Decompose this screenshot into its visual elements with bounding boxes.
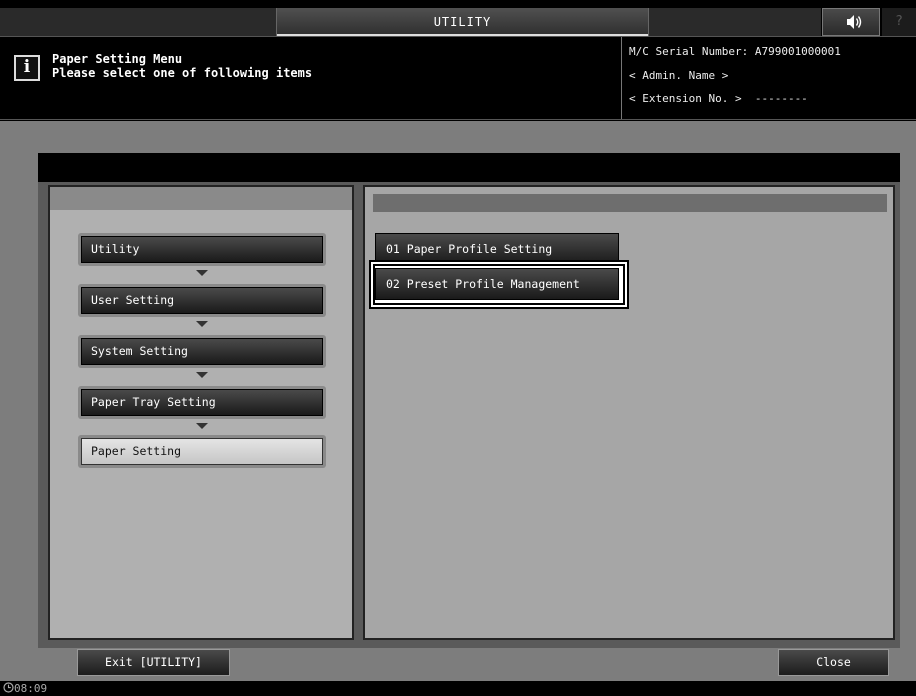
breadcrumb-paper-setting[interactable]: Paper Setting (78, 435, 326, 468)
message-bar: i Paper Setting Menu Please select one o… (0, 36, 916, 120)
clock: 08:09 (3, 682, 47, 696)
admin-name: < Admin. Name > (629, 69, 729, 82)
breadcrumb-utility[interactable]: Utility (78, 233, 326, 266)
breadcrumb-system-setting[interactable]: System Setting (78, 335, 326, 368)
info-icon: i (14, 55, 40, 81)
preset-profile-management-button[interactable]: 02 Preset Profile Management (375, 268, 619, 300)
clock-icon (3, 682, 14, 693)
serial-number: M/C Serial Number: A799001000001 (629, 45, 841, 58)
status-bar: 08:09 (0, 681, 916, 696)
speaker-icon (847, 15, 862, 29)
message-subtitle: Please select one of following items (52, 66, 313, 80)
breadcrumb-label: Paper Tray Setting (81, 389, 323, 416)
breadcrumb-panel: Utility User Setting System Setting Pape… (48, 185, 354, 640)
breadcrumb-paper-tray-setting[interactable]: Paper Tray Setting (78, 386, 326, 419)
frame-header (38, 153, 900, 182)
arrow-down-icon (196, 270, 208, 276)
window-title: UTILITY (276, 8, 649, 36)
extension-number: < Extension No. > -------- (629, 92, 808, 105)
breadcrumb-label: Utility (81, 236, 323, 263)
options-panel: 01 Paper Profile Setting 02 Preset Profi… (363, 185, 895, 640)
top-bar-right-fill (649, 8, 821, 36)
arrow-down-icon (196, 321, 208, 327)
clock-time: 08:09 (14, 682, 48, 695)
breadcrumb-label: Paper Setting (81, 438, 323, 465)
breadcrumb-label: System Setting (81, 338, 323, 365)
breadcrumb-user-setting[interactable]: User Setting (78, 284, 326, 317)
main-area: Utility User Setting System Setting Pape… (0, 121, 916, 681)
breadcrumb-label: User Setting (81, 287, 323, 314)
help-button[interactable]: ? (882, 8, 916, 36)
top-bar: UTILITY ? (0, 0, 916, 36)
options-panel-header (373, 194, 887, 212)
arrow-down-icon (196, 372, 208, 378)
breadcrumb-panel-header (50, 187, 352, 210)
content-frame: Utility User Setting System Setting Pape… (38, 153, 900, 648)
message-divider (621, 37, 622, 119)
top-bar-left-fill (0, 8, 276, 36)
exit-utility-button[interactable]: Exit [UTILITY] (77, 649, 230, 676)
speaker-button[interactable] (822, 8, 880, 36)
arrow-down-icon (196, 423, 208, 429)
close-button[interactable]: Close (778, 649, 889, 676)
message-title: Paper Setting Menu (52, 52, 183, 66)
